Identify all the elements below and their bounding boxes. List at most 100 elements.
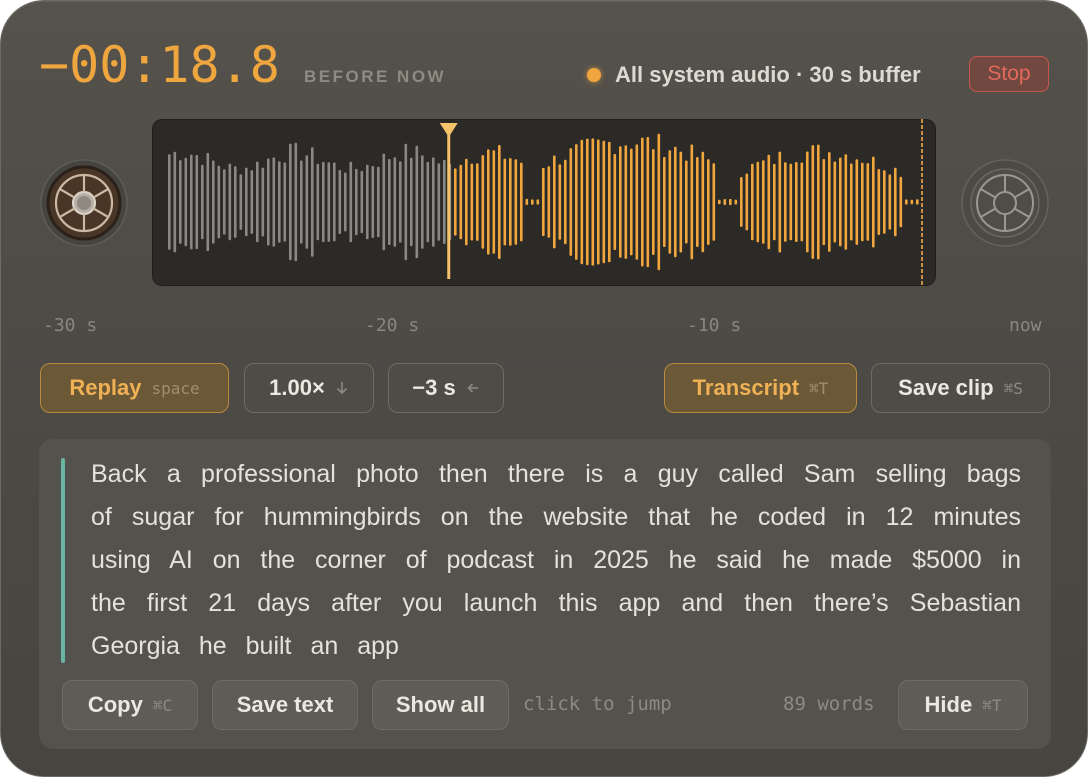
waveform-bar: [465, 158, 468, 246]
waveform-bar: [910, 199, 914, 205]
waveform-bar: [256, 161, 259, 243]
copy-label: Copy: [87, 692, 143, 717]
waveform-bar: [839, 157, 842, 247]
waveform-bar: [872, 156, 875, 248]
waveform-bar: [278, 161, 281, 243]
waveform-bar: [234, 166, 237, 238]
waveform-bar: [729, 198, 732, 206]
waveform-bar: [190, 154, 193, 250]
waveform-bar: [899, 176, 903, 228]
waveform-bar: [635, 144, 639, 260]
waveform-bar: [184, 157, 188, 247]
stop-button[interactable]: Stop: [969, 56, 1049, 92]
waveform-graphic[interactable]: [152, 119, 936, 286]
waveform-bar: [239, 174, 243, 230]
waveform-bar: [476, 163, 479, 241]
waveform-bar: [371, 166, 375, 238]
waveform-bar: [800, 162, 804, 242]
transcript-text[interactable]: Back a professional photo then there is …: [91, 453, 1021, 668]
waveform-bar: [327, 162, 331, 242]
replay-button[interactable]: Replay space: [40, 363, 229, 413]
waveform-bar: [883, 170, 886, 234]
time-offset-display: −00:18.8: [39, 36, 280, 94]
waveform-bar: [503, 158, 507, 246]
waveform-bar: [525, 198, 529, 205]
right-tape-reel-icon: [961, 159, 1049, 247]
waveform-bar: [481, 155, 485, 249]
waveform-bar: [509, 158, 512, 246]
hide-transcript-button[interactable]: Hide ⌘T: [898, 680, 1028, 730]
waveform-bar: [701, 151, 705, 253]
waveform-bar: [300, 160, 303, 244]
waveform-bar: [410, 157, 413, 247]
waveform-bar: [487, 149, 490, 255]
click-to-jump-hint: click to jump: [523, 693, 672, 715]
waveform-bar: [377, 166, 380, 238]
transcript-toggle-button[interactable]: Transcript ⌘T: [664, 363, 857, 413]
waveform-bar: [250, 170, 254, 234]
waveform-bar: [575, 144, 578, 260]
waveform-bar: [459, 164, 463, 240]
waveform-bar: [630, 148, 633, 256]
waveform-bar: [674, 146, 677, 258]
skip-back-button[interactable]: −3 s: [388, 363, 504, 413]
recording-indicator-icon: [587, 68, 601, 82]
waveform-bar: [404, 143, 408, 261]
waveform-bar: [360, 170, 364, 234]
audio-waveform[interactable]: [152, 119, 936, 286]
copy-button[interactable]: Copy ⌘C: [62, 680, 198, 730]
waveform-bar: [712, 163, 716, 241]
waveform-bar: [916, 199, 919, 205]
waveform-bar: [696, 157, 699, 247]
waveform-bar: [173, 151, 177, 253]
waveform-bar: [547, 166, 551, 238]
save-clip-shortcut: ⌘S: [1003, 378, 1023, 398]
waveform-bar: [773, 163, 776, 241]
waveform-bar: [228, 163, 232, 241]
waveform-bar: [531, 199, 534, 205]
speed-label: 1.00×: [269, 375, 325, 400]
arrow-down-icon: [336, 382, 347, 395]
waveform-bar: [888, 174, 892, 230]
waveform-bar: [828, 152, 831, 252]
waveform-bar: [470, 163, 474, 241]
audio-source-status: All system audio · 30 s buffer: [615, 62, 921, 87]
save-text-button[interactable]: Save text: [212, 680, 358, 730]
waveform-bar: [498, 145, 501, 259]
waveform-bar: [877, 169, 881, 235]
waveform-bar: [245, 167, 248, 237]
timeline-label-20: -20 s: [365, 315, 420, 336]
waveform-bar: [795, 162, 798, 242]
waveform-bar: [690, 144, 694, 260]
waveform-bar: [553, 155, 556, 249]
waveform-bar: [437, 163, 441, 241]
waveform-bar: [217, 165, 221, 239]
save-clip-button[interactable]: Save clip ⌘S: [871, 363, 1050, 413]
waveform-bar: [641, 137, 644, 267]
transcript-label: Transcript: [692, 375, 800, 400]
replay-shortcut: space: [151, 378, 200, 398]
waveform-bar: [652, 149, 655, 255]
waveform-bar: [619, 146, 622, 258]
waveform-bar: [542, 167, 545, 237]
playhead-handle-icon: [439, 123, 458, 137]
waveform-bar: [267, 158, 270, 246]
waveform-bar: [355, 168, 358, 236]
waveform-bar: [855, 159, 859, 245]
waveform-bar: [223, 169, 226, 235]
waveform-bar: [861, 162, 864, 242]
show-all-button[interactable]: Show all: [372, 680, 509, 730]
waveform-bar: [349, 161, 353, 243]
waveform-bar: [382, 153, 386, 251]
waveform-bar: [333, 162, 336, 242]
waveform-bar: [212, 160, 215, 244]
waveform-bar: [426, 161, 430, 243]
waveform-bar: [745, 173, 749, 231]
waveform-bar: [668, 150, 672, 254]
hide-shortcut: ⌘T: [982, 695, 1002, 715]
playback-speed-button[interactable]: 1.00×: [244, 363, 374, 413]
waveform-bar: [591, 138, 595, 266]
waveform-bar: [168, 154, 171, 250]
waveform-bar: [536, 199, 540, 205]
transcript-quote-bar: [61, 458, 65, 663]
